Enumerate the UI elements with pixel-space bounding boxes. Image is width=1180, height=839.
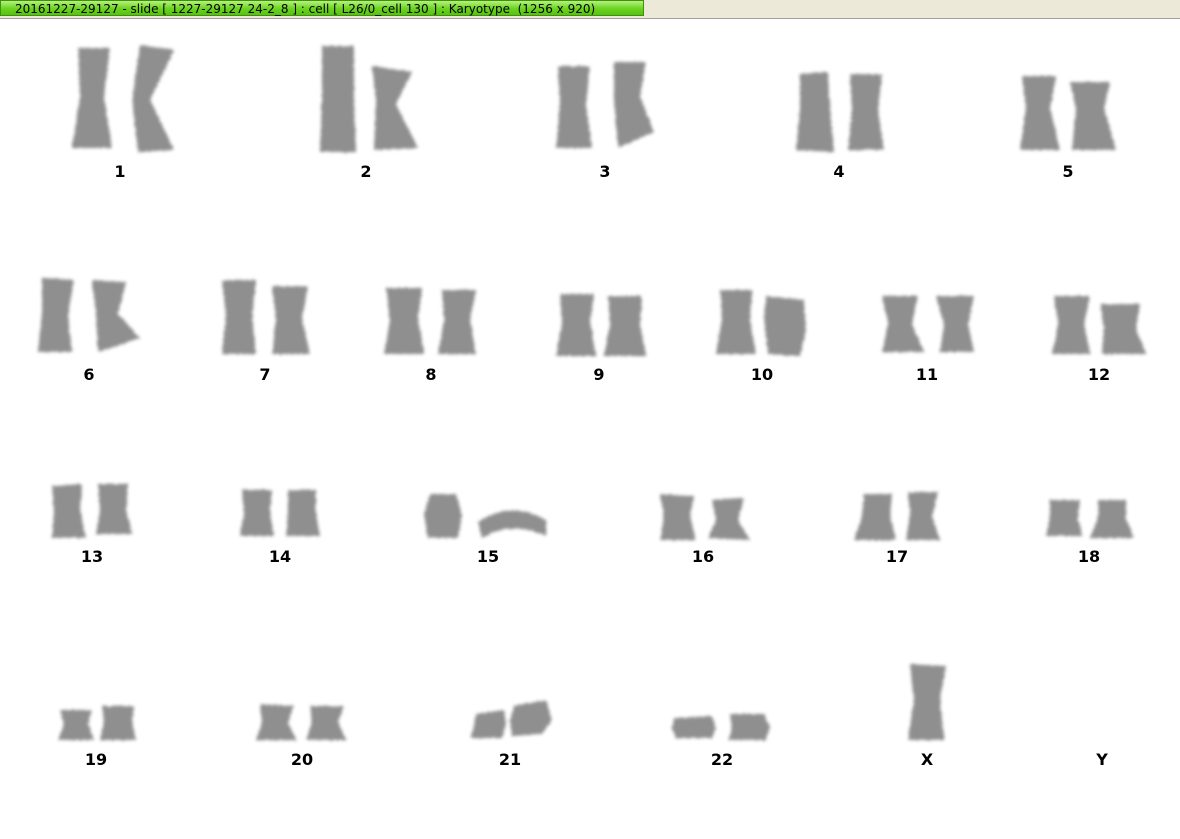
chromosome-label-17: 17 [886,547,908,566]
chromosome-pair-1 [72,45,174,152]
chromosome-pair-20 [256,704,346,740]
chromosome-pair-11 [882,296,974,352]
chromosome-label-19: 19 [85,750,107,769]
chromosome-pair-9 [556,294,646,356]
chromosome-label-y: Y [1095,750,1108,769]
chromosome-pair-2 [320,46,418,152]
chromosome-label-8: 8 [425,365,436,384]
chromosome-label-13: 13 [81,547,103,566]
chromosome-images [38,45,1146,740]
chromosome-pair-5 [1020,76,1116,150]
chromosome-label-14: 14 [269,547,291,566]
chromosome-pair-10 [716,290,806,356]
chromosome-pair-22 [672,714,770,740]
chromosome-pair-8 [384,288,476,354]
chromosome-pair-16 [660,494,750,540]
chromosome-labels: 1 2 3 4 5 6 7 8 9 10 11 12 13 14 15 16 1… [81,162,1110,769]
chromosome-pair-14 [240,490,320,536]
chromosome-label-x: X [921,750,934,769]
chromosome-pair-17 [854,492,940,540]
chromosome-pair-7 [222,280,310,354]
chromosome-pair-19 [58,706,136,740]
chromosome-pair-15 [424,494,546,538]
chromosome-pair-18 [1046,500,1134,538]
chromosome-label-3: 3 [599,162,610,181]
chromosome-label-18: 18 [1078,547,1100,566]
chromosome-label-7: 7 [259,365,270,384]
karyotype-canvas: 1 2 3 4 5 6 7 8 9 10 11 12 13 14 15 16 1… [38,45,1146,769]
chromosome-pair-12 [1052,296,1146,354]
chromosome-label-21: 21 [499,750,521,769]
window-title-bar: 20161227-29127 - slide [ 1227-29127 24-2… [0,0,644,16]
chromosome-label-11: 11 [916,365,938,384]
chromosome-label-5: 5 [1062,162,1073,181]
chromosome-label-9: 9 [593,365,604,384]
chromosome-pair-13 [52,484,132,538]
chromosome-pair-21 [470,700,552,738]
chromosome-label-10: 10 [751,365,773,384]
chromosome-pair-3 [556,62,654,148]
chromosome-label-15: 15 [477,547,499,566]
chromosome-label-2: 2 [360,162,371,181]
chromosome-pair-6 [38,278,140,352]
chromosome-label-22: 22 [711,750,733,769]
chromosome-label-4: 4 [833,162,844,181]
chromosome-label-6: 6 [83,365,94,384]
chromosome-pair-4 [796,72,884,152]
chromosome-label-12: 12 [1088,365,1110,384]
chromosome-label-20: 20 [291,750,313,769]
chromosome-x [908,664,946,740]
chromosome-label-16: 16 [692,547,714,566]
chromosome-label-1: 1 [114,162,125,181]
